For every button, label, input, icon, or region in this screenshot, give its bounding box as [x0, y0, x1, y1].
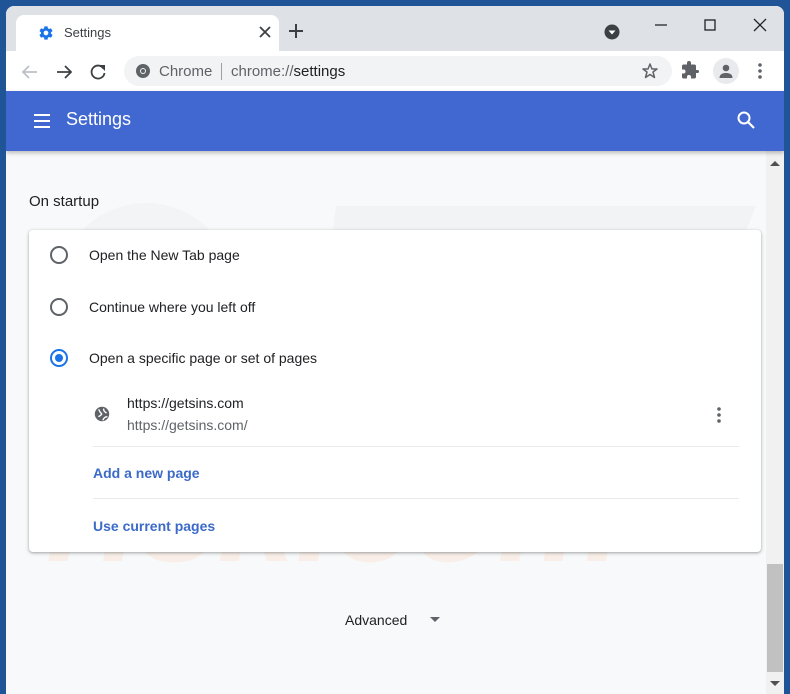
forward-icon[interactable]	[54, 62, 74, 82]
settings-content: risk.com On startup Open the New Tab pag…	[6, 151, 766, 694]
advanced-toggle[interactable]: Advanced	[345, 612, 407, 628]
scroll-up-arrow-icon[interactable]	[770, 161, 780, 166]
add-page-row: Add a new page	[93, 447, 739, 499]
startup-page-entry: https://getsins.com https://getsins.com/	[93, 385, 739, 447]
close-tab-icon[interactable]	[256, 23, 274, 41]
extensions-icon[interactable]	[681, 61, 701, 81]
new-tab-icon[interactable]	[286, 21, 306, 41]
scroll-down-arrow-icon[interactable]	[770, 681, 780, 686]
gear-icon	[39, 26, 53, 40]
section-title-on-startup: On startup	[29, 193, 100, 210]
profile-avatar[interactable]	[713, 58, 739, 84]
browser-window: Settings Chrome chrome://settings Settin…	[6, 6, 784, 694]
url-host: settings	[293, 63, 346, 80]
tab-search-icon[interactable]	[604, 24, 620, 40]
use-current-pages-link[interactable]: Use current pages	[93, 518, 215, 534]
tab-title: Settings	[64, 25, 111, 40]
address-bar[interactable]: Chrome chrome://settings	[124, 56, 672, 86]
title-bar: Settings	[6, 6, 784, 51]
bookmark-star-icon[interactable]	[641, 62, 659, 80]
person-icon	[719, 64, 733, 78]
page-url: https://getsins.com/	[127, 417, 248, 433]
radio-label: Open a specific page or set of pages	[89, 350, 318, 366]
reload-icon[interactable]	[88, 62, 108, 82]
maximize-icon[interactable]	[695, 12, 725, 38]
add-new-page-link[interactable]: Add a new page	[93, 465, 200, 481]
more-menu-icon[interactable]	[750, 61, 770, 81]
hamburger-menu-icon[interactable]	[32, 111, 52, 131]
chevron-down-icon[interactable]	[430, 617, 440, 622]
radio-option-new-tab[interactable]: Open the New Tab page	[29, 230, 761, 280]
url-scheme: chrome://	[231, 63, 294, 80]
separator	[221, 63, 222, 80]
toolbar: Chrome chrome://settings	[6, 51, 784, 91]
settings-header: Settings	[6, 91, 784, 151]
chrome-icon	[136, 64, 150, 78]
window-close-icon[interactable]	[745, 12, 775, 38]
page-name: https://getsins.com	[127, 395, 244, 411]
site-label: Chrome	[159, 63, 213, 80]
radio-button-checked[interactable]	[50, 349, 68, 367]
startup-card: Open the New Tab page Continue where you…	[29, 230, 761, 552]
use-current-row: Use current pages	[93, 500, 739, 552]
back-icon[interactable]	[20, 62, 40, 82]
radio-option-continue[interactable]: Continue where you left off	[29, 282, 761, 332]
radio-button[interactable]	[50, 246, 68, 264]
url-text[interactable]: chrome://settings	[231, 63, 345, 80]
scroll-thumb[interactable]	[767, 564, 783, 672]
scrollbar[interactable]	[766, 151, 784, 694]
page-title: Settings	[66, 109, 132, 129]
tab-settings[interactable]: Settings	[16, 15, 279, 51]
more-actions-icon[interactable]	[709, 405, 729, 425]
radio-label: Continue where you left off	[89, 299, 256, 315]
radio-button[interactable]	[50, 298, 68, 316]
search-icon[interactable]	[736, 110, 756, 130]
minimize-icon[interactable]	[646, 12, 676, 38]
globe-icon	[94, 406, 110, 422]
radio-option-specific-pages[interactable]: Open a specific page or set of pages	[29, 333, 761, 383]
radio-label: Open the New Tab page	[89, 247, 240, 263]
